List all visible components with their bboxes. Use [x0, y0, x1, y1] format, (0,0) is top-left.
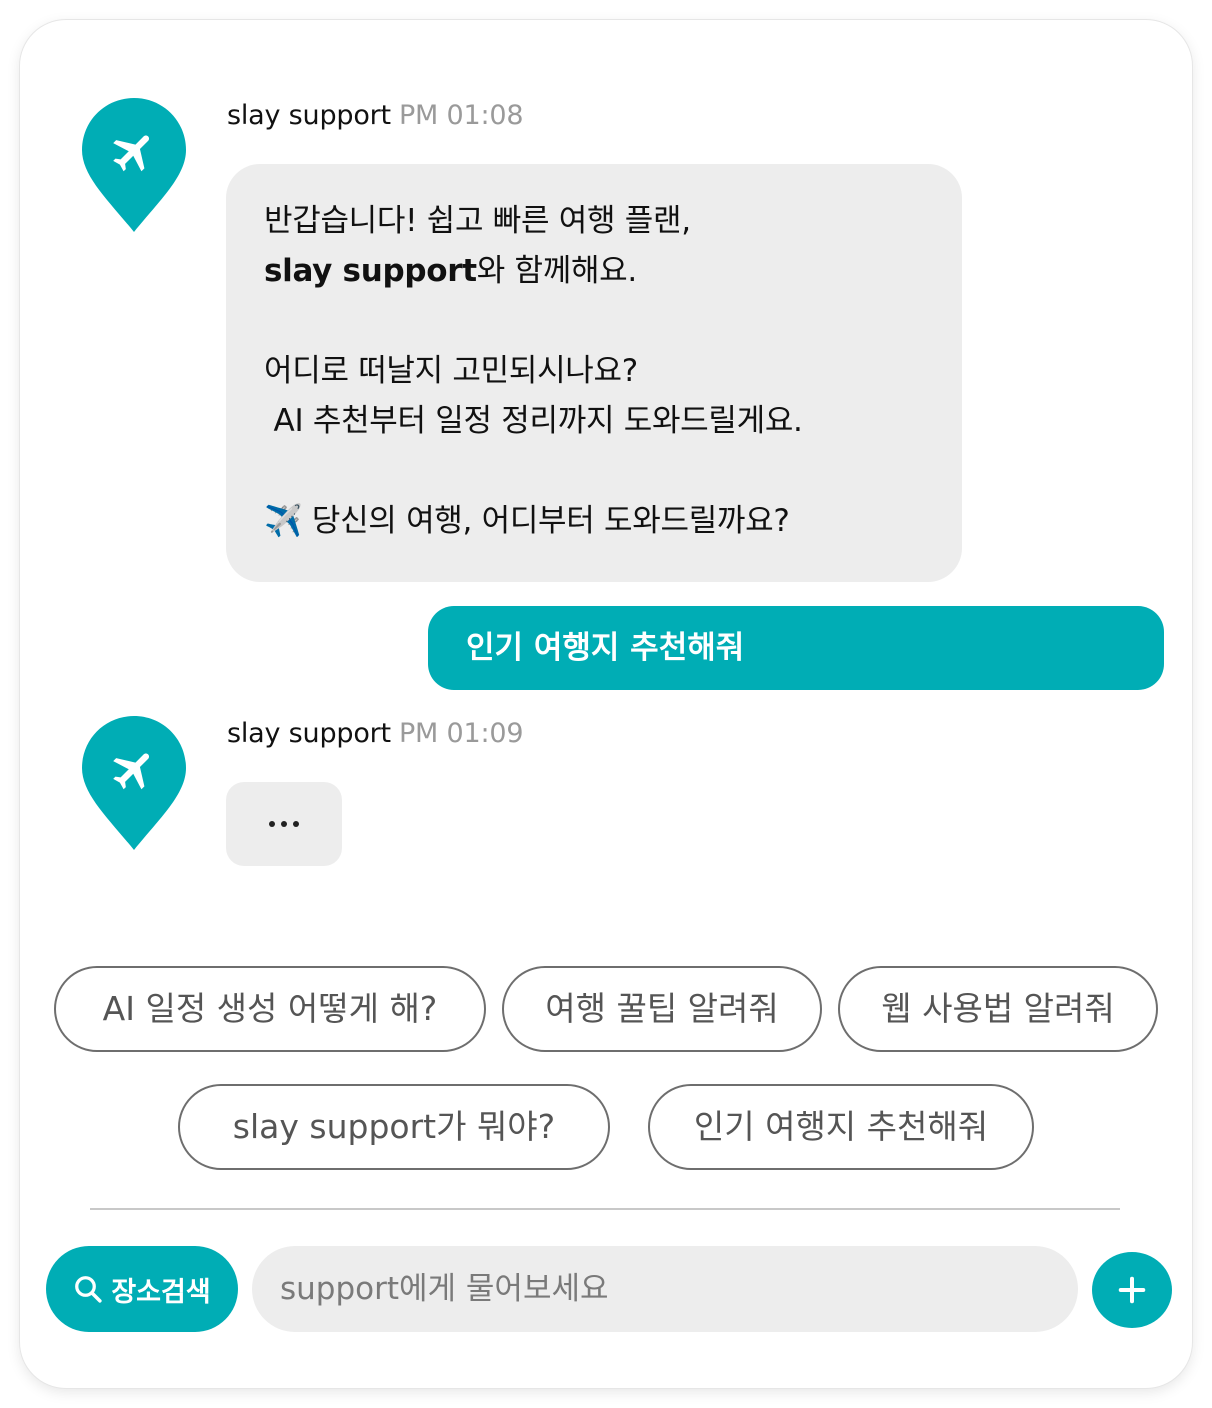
brand-name: slay support: [264, 253, 477, 289]
message-line-blank: [264, 296, 924, 346]
message-line: AI 추천부터 일정 정리까지 도와드릴게요.: [264, 403, 803, 439]
message-header: slay support PM 01:08: [227, 100, 524, 131]
suggestion-chip[interactable]: slay support가 뭐야?: [178, 1084, 610, 1170]
message-header: slay support PM 01:09: [227, 718, 524, 749]
add-button[interactable]: [1092, 1252, 1172, 1328]
typing-dot: [269, 821, 275, 827]
message-line: 반갑습니다! 쉽고 빠른 여행 플랜,: [264, 203, 691, 239]
search-icon: [73, 1274, 103, 1304]
message-time: PM 01:09: [398, 718, 524, 749]
message-line: slay support와 함께해요.: [264, 246, 924, 296]
sender-name: slay support: [227, 718, 391, 749]
sender-name: slay support: [227, 100, 391, 131]
bot-message-bubble: 반갑습니다! 쉽고 빠른 여행 플랜, slay support와 함께해요. …: [226, 164, 962, 582]
plus-icon: [1117, 1275, 1147, 1305]
message-text: 와 함께해요.: [476, 253, 638, 289]
airplane-pin-icon: [80, 714, 188, 852]
suggestion-chip[interactable]: AI 일정 생성 어떻게 해?: [54, 966, 486, 1052]
suggestion-chip[interactable]: 인기 여행지 추천해줘: [648, 1084, 1034, 1170]
chat-input[interactable]: [252, 1246, 1078, 1332]
message-line: 어디로 떠날지 고민되시나요?: [264, 353, 638, 389]
suggestion-chip[interactable]: 여행 꿀팁 알려줘: [502, 966, 822, 1052]
divider: [90, 1208, 1120, 1210]
message-line: ✈️ 당신의 여행, 어디부터 도와드릴까요?: [264, 503, 790, 539]
user-message-bubble: 인기 여행지 추천해줘: [428, 606, 1164, 690]
place-search-button[interactable]: 장소검색: [46, 1246, 238, 1332]
airplane-pin-icon: [80, 96, 188, 234]
typing-dot: [293, 821, 299, 827]
typing-indicator: [226, 782, 342, 866]
message-line-blank: [264, 446, 924, 496]
suggestion-chip[interactable]: 웹 사용법 알려줘: [838, 966, 1158, 1052]
place-search-label: 장소검색: [111, 1276, 211, 1308]
message-time: PM 01:08: [398, 100, 524, 131]
typing-dot: [281, 821, 287, 827]
